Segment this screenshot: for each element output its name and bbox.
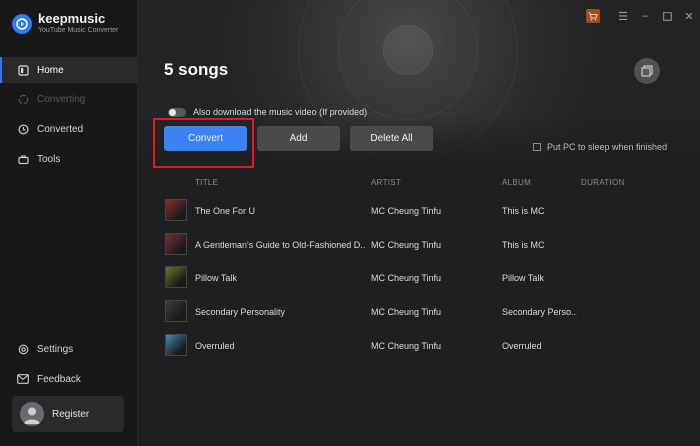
gear-icon	[17, 343, 29, 355]
column-header-artist: ARTIST	[371, 178, 402, 187]
cell-artist: MC Cheung Tinfu	[371, 341, 442, 351]
delete-all-button[interactable]: Delete All	[350, 126, 433, 151]
convert-button[interactable]: Convert	[164, 126, 247, 151]
menu-icon[interactable]: ☰	[612, 8, 634, 24]
sidebar: keepmusic YouTube Music Converter Home C…	[0, 0, 138, 446]
video-download-toggle[interactable]	[168, 107, 186, 117]
sidebar-item-label: Feedback	[37, 373, 81, 385]
table-row[interactable]: Secondary Personality MC Cheung Tinfu Seco…	[138, 295, 700, 329]
sidebar-item-label: Converted	[37, 123, 84, 135]
register-label: Register	[52, 408, 90, 420]
home-icon	[17, 64, 29, 76]
sidebar-item-tools[interactable]: Tools	[0, 146, 137, 172]
sleep-checkbox[interactable]	[533, 143, 541, 151]
cell-title: Overruled	[195, 341, 235, 351]
cell-album: Overruled	[502, 341, 542, 351]
converting-icon	[17, 93, 29, 105]
page-title: 5 songs	[164, 60, 229, 79]
cell-title: A Gentleman's Guide to Old-Fashioned D..…	[195, 240, 365, 250]
cell-album: This is MC	[502, 240, 545, 250]
keepmusic-logo-icon	[12, 13, 32, 34]
cell-title: Secondary Personality	[195, 307, 286, 317]
album-art-thumbnail	[165, 199, 187, 221]
cell-artist: MC Cheung Tinfu	[371, 273, 442, 283]
toolbox-icon	[17, 153, 29, 165]
cell-duration	[581, 261, 641, 295]
sidebar-item-settings[interactable]: Settings	[0, 336, 137, 362]
sidebar-item-label: Converting	[37, 93, 86, 105]
column-header-duration: DURATION	[581, 178, 625, 187]
cart-icon[interactable]	[586, 9, 600, 23]
video-download-option: Also download the music video (If provid…	[168, 107, 367, 117]
app-name: keepmusic	[38, 11, 106, 26]
album-art-thumbnail	[165, 233, 187, 255]
table-row[interactable]: A Gentleman's Guide to Old-Fashioned D..…	[138, 228, 700, 262]
album-art-thumbnail	[165, 334, 187, 356]
cell-duration	[581, 295, 641, 329]
title-bar-controls: ☰ – ✕	[586, 8, 700, 24]
album-art-thumbnail	[165, 266, 187, 288]
switch-view-icon	[641, 65, 653, 77]
maximize-icon[interactable]	[656, 8, 678, 24]
register-button[interactable]: Register	[12, 396, 124, 432]
clock-icon	[17, 123, 29, 135]
sidebar-item-label: Tools	[37, 153, 61, 165]
table-row[interactable]: Pillow Talk MC Cheung Tinfu Pillow Talk	[138, 261, 700, 295]
cell-album: Pillow Talk	[502, 273, 544, 283]
mail-icon	[17, 373, 29, 385]
main-panel: ☰ – ✕ 5 songs Also download the music vi…	[138, 0, 700, 446]
table-row[interactable]: Overruled MC Cheung Tinfu Overruled	[138, 329, 700, 363]
sleep-option[interactable]: Put PC to sleep when finished	[533, 142, 667, 152]
cell-artist: MC Cheung Tinfu	[371, 206, 442, 216]
sidebar-item-converted[interactable]: Converted	[0, 116, 137, 142]
cell-title: Pillow Talk	[195, 273, 237, 283]
add-button[interactable]: Add	[257, 126, 340, 151]
sidebar-item-feedback[interactable]: Feedback	[0, 366, 137, 392]
cell-title: The One For U	[195, 206, 256, 216]
column-header-title: TITLE	[195, 178, 219, 187]
minimize-icon[interactable]: –	[634, 8, 656, 24]
video-download-label: Also download the music video (If provid…	[193, 107, 368, 117]
cell-album: Secondary Perso...	[502, 307, 577, 317]
switch-view-button[interactable]	[634, 58, 660, 84]
avatar-icon	[20, 402, 44, 426]
sidebar-item-converting[interactable]: Converting	[0, 86, 137, 112]
cell-artist: MC Cheung Tinfu	[371, 307, 442, 317]
album-art-thumbnail	[165, 300, 187, 322]
sidebar-item-home[interactable]: Home	[0, 57, 137, 83]
sidebar-item-label: Settings	[37, 343, 74, 355]
cell-duration	[581, 228, 641, 262]
cell-duration	[581, 194, 641, 228]
brand: keepmusic YouTube Music Converter	[12, 12, 118, 35]
cell-artist: MC Cheung Tinfu	[371, 240, 442, 250]
sleep-label: Put PC to sleep when finished	[547, 142, 668, 152]
cell-duration	[581, 329, 641, 363]
table-row[interactable]: The One For U MC Cheung Tinfu This is MC	[138, 194, 700, 228]
close-icon[interactable]: ✕	[678, 8, 700, 24]
cell-album: This is MC	[502, 206, 545, 216]
sidebar-item-label: Home	[37, 64, 64, 76]
column-header-album: ALBUM	[502, 178, 532, 187]
app-subtitle: YouTube Music Converter	[38, 27, 119, 34]
